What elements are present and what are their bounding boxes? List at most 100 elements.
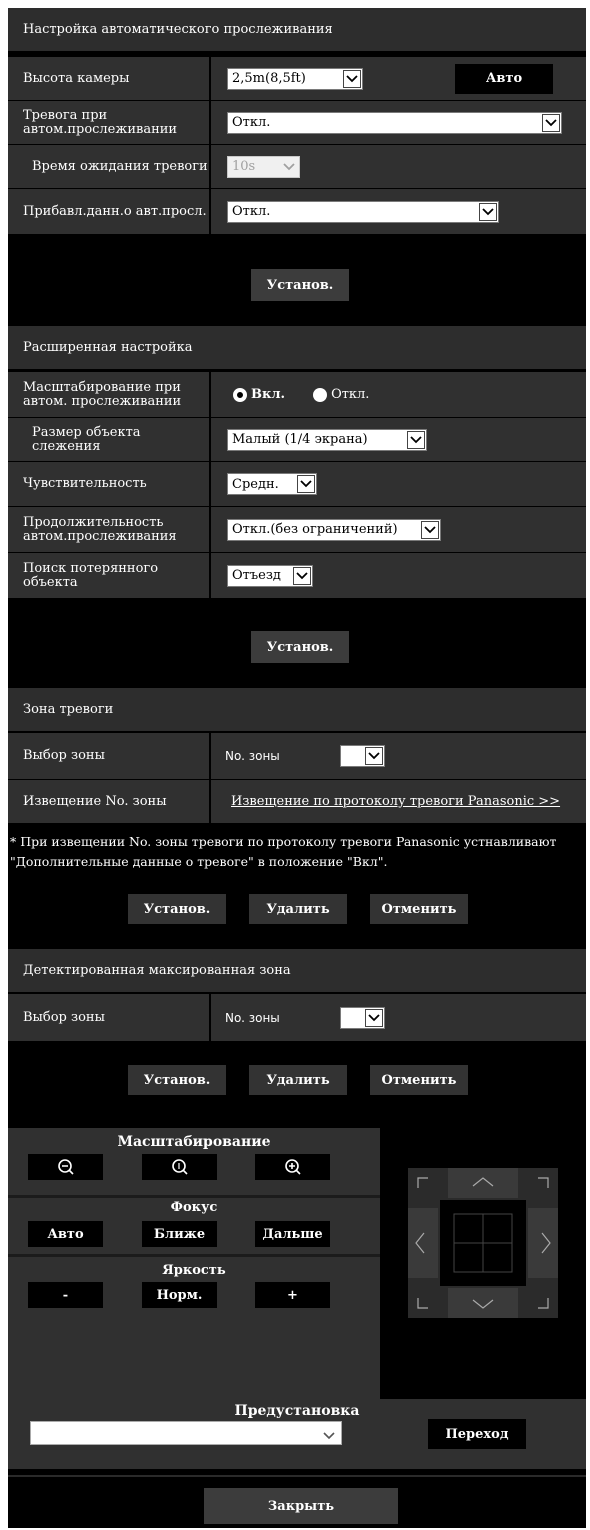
preset-select[interactable]	[30, 1421, 342, 1445]
radio-unselected-icon	[313, 387, 328, 402]
section-title: Настройка автоматического прослеживания	[23, 22, 333, 37]
brightness-minus-button[interactable]: -	[28, 1282, 103, 1308]
size-value: Малый (1/4 экрана)	[232, 432, 368, 447]
chevron-down-icon	[542, 113, 560, 132]
mask-zone-cancel-button[interactable]: Отменить	[370, 1065, 468, 1095]
duration-select[interactable]: Откл.(без ограничений)	[227, 518, 441, 541]
chevron-down-icon	[364, 747, 383, 765]
row-add-data: Прибавл.данн.о авт.просл. Откл.	[8, 189, 586, 235]
mask-zone-set-button[interactable]: Установ.	[128, 1065, 226, 1095]
zoom-1x-button[interactable]	[142, 1154, 217, 1180]
add-data-value: Откл.	[232, 204, 271, 219]
wait-cell: 10s	[211, 145, 586, 189]
alarm-zone-select[interactable]	[339, 745, 385, 767]
zoom-on-label: Вкл.	[251, 387, 286, 402]
wait-select[interactable]: 10s	[227, 155, 300, 178]
section-title: Детектированная максированная зона	[23, 963, 291, 978]
focus-title: Фокус	[170, 1200, 218, 1215]
section-header-advanced: Расширенная настройка	[8, 326, 586, 370]
alarm-zone-set-button[interactable]: Установ.	[128, 894, 226, 924]
row-lost: Поиск потерянного объекта Отъезд	[8, 553, 586, 599]
focus-far-button[interactable]: Дальше	[255, 1221, 330, 1247]
alarm-value: Откл.	[232, 115, 271, 130]
focus-auto-button[interactable]: Авто	[28, 1221, 103, 1247]
controls-divider	[8, 1254, 380, 1257]
row-mask-zone-select: Выбор зоны No. зоны	[8, 994, 586, 1042]
lost-label: Поиск потерянного объекта	[8, 553, 211, 599]
mask-zone-delete-button[interactable]: Удалить	[249, 1065, 347, 1095]
chevron-down-icon	[280, 158, 298, 176]
preset-goto-button[interactable]: Переход	[428, 1419, 526, 1449]
zoom-in-button[interactable]	[255, 1154, 330, 1180]
alarm-zone-select-label: Выбор зоны	[8, 733, 211, 780]
row-duration: Продолжительность автом.прослеживания От…	[8, 507, 586, 553]
autotrack-set-button[interactable]: Установ.	[251, 269, 349, 301]
chevron-down-icon	[364, 1008, 383, 1027]
alarm-cell: Откл.	[211, 101, 586, 145]
mask-zone-select[interactable]	[339, 1006, 385, 1029]
add-data-label: Прибавл.данн.о авт.просл.	[8, 189, 211, 235]
chevron-down-icon	[421, 520, 439, 539]
chevron-down-icon	[407, 430, 425, 449]
alarm-zone-note: * При извещении No. зоны тревоги по прот…	[10, 834, 557, 869]
alarm-zone-delete-button[interactable]: Удалить	[249, 894, 347, 924]
close-button[interactable]: Закрыть	[204, 1488, 398, 1524]
advanced-set-button[interactable]: Установ.	[251, 631, 349, 663]
zoom-title: Масштабирование	[117, 1134, 271, 1150]
size-select[interactable]: Малый (1/4 экрана)	[227, 428, 427, 451]
brightness-plus-button[interactable]: +	[255, 1282, 330, 1308]
add-data-select[interactable]: Откл.	[227, 200, 499, 223]
row-size: Размер объекта слежения Малый (1/4 экран…	[8, 418, 586, 462]
chevron-down-icon	[297, 475, 315, 493]
add-data-cell: Откл.	[211, 189, 586, 235]
radio-selected-icon	[233, 387, 247, 402]
alarm-select[interactable]: Откл.	[227, 111, 562, 134]
wait-label: Время ожидания тревоги	[8, 145, 211, 189]
zoom-out-button[interactable]	[28, 1154, 103, 1180]
alarm-zone-cancel-button[interactable]: Отменить	[370, 894, 468, 924]
zoom-on-radio[interactable]: Вкл.	[233, 387, 285, 402]
alarm-label: Тревога при автом.прослеживании	[8, 101, 211, 145]
section-header-mask-zone: Детектированная максированная зона	[8, 949, 586, 993]
sens-select[interactable]: Средн.	[227, 473, 317, 495]
auto-button[interactable]: Авто	[455, 63, 553, 94]
zoom-off-radio[interactable]: Откл.	[313, 387, 369, 402]
row-alarm-zone-notify: Извещение No. зоны Извещение по протокол…	[8, 780, 586, 824]
duration-label: Продолжительность автом.прослеживания	[8, 507, 211, 553]
alarm-zone-notify-label: Извещение No. зоны	[8, 780, 211, 824]
size-label: Размер объекта слежения	[8, 418, 211, 462]
lost-select[interactable]: Отъезд	[227, 564, 313, 587]
panasonic-notify-link[interactable]: Извещение по протоколу тревоги Panasonic…	[231, 794, 560, 809]
camera-height-label: Высота камеры	[8, 57, 211, 101]
alarm-zone-no-label: No. зоны	[225, 749, 280, 763]
ptz-area	[380, 1128, 586, 1399]
row-alarm-zone-select: Выбор зоны No. зоны	[8, 733, 586, 780]
row-zoom: Масштабирование при автом. прослеживании…	[8, 372, 586, 418]
row-sens: Чувствительность Средн.	[8, 462, 586, 507]
ptz-pad[interactable]	[380, 1128, 586, 1399]
zoom-reset-icon	[171, 1159, 188, 1175]
section-title: Расширенная настройка	[23, 340, 193, 355]
mask-zone-no-label: No. зоны	[225, 1010, 280, 1025]
alarm-zone-notify-cell: Извещение по протоколу тревоги Panasonic…	[211, 780, 586, 824]
size-cell: Малый (1/4 экрана)	[211, 418, 586, 462]
camera-height-value: 2,5m(8,5ft)	[232, 71, 306, 86]
chevron-down-icon	[323, 1429, 335, 1444]
camera-height-select[interactable]: 2,5m(8,5ft)	[227, 67, 363, 90]
lost-cell: Отъезд	[211, 553, 586, 599]
zoom-cell: Вкл. Откл.	[211, 372, 586, 418]
sens-cell: Средн.	[211, 462, 586, 507]
chevron-down-icon	[293, 566, 311, 585]
zoom-in-icon	[284, 1159, 301, 1175]
section-title: Зона тревоги	[23, 702, 114, 717]
camera-settings-panel: Настройка автоматического прослеживания …	[8, 8, 586, 1528]
camera-height-cell: 2,5m(8,5ft) Авто	[211, 57, 586, 101]
chevron-down-icon	[479, 202, 497, 221]
focus-near-button[interactable]: Ближе	[142, 1221, 217, 1247]
footer-divider	[8, 1475, 586, 1477]
mask-zone-select-label: Выбор зоны	[8, 994, 211, 1042]
row-alarm: Тревога при автом.прослеживании Откл.	[8, 101, 586, 145]
wait-value: 10s	[232, 159, 256, 174]
brightness-normal-button[interactable]: Норм.	[142, 1282, 217, 1308]
section-header-alarm-zone: Зона тревоги	[8, 688, 586, 732]
